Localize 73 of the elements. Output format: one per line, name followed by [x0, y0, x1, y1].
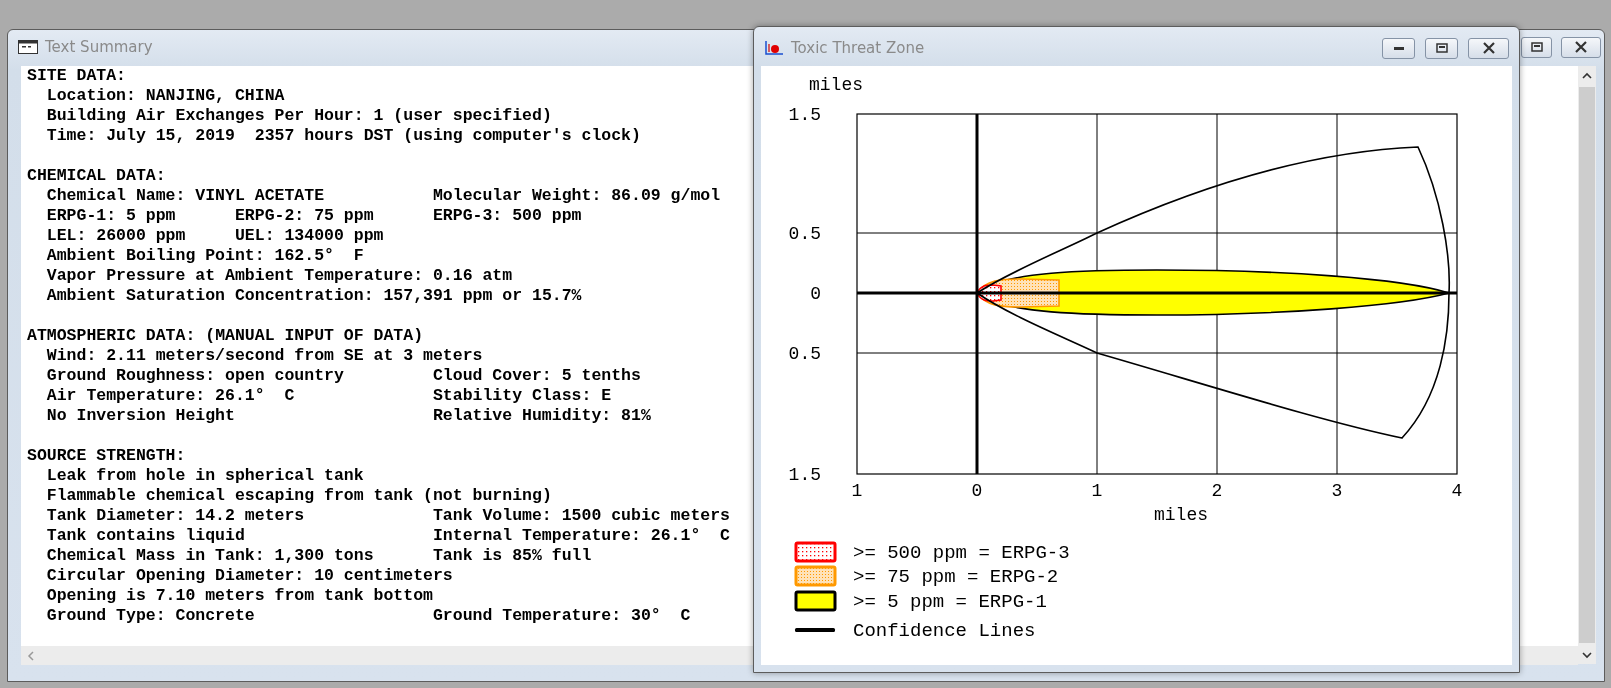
tick-label: 0.5: [788, 224, 821, 244]
close-icon[interactable]: [1574, 41, 1588, 53]
window-title: Toxic Threat Zone: [791, 39, 925, 57]
tick-label: 0.5: [788, 344, 821, 364]
summary-line: Ambient Boiling Point: 162.5° F: [46, 246, 364, 266]
scrollbar-track[interactable]: [1520, 646, 1578, 665]
summary-line: Tank contains liquid: [46, 526, 245, 546]
summary-line: Tank is 85% full: [432, 546, 592, 566]
summary-line: Tank Volume: 1500 cubic meters: [432, 506, 730, 526]
summary-line: Chemical Mass in Tank: 1,300 tons: [46, 546, 374, 566]
minimize-button[interactable]: [1382, 37, 1415, 59]
tick-label: 4: [1451, 481, 1463, 501]
summary-line: Opening is 7.10 meters from tank bottom: [46, 586, 433, 606]
horizontal-scrollbar[interactable]: [21, 646, 753, 665]
summary-line: Stability Class: E: [432, 386, 612, 406]
tick-label: 0: [810, 284, 821, 304]
tick-label: 2: [1211, 481, 1223, 501]
maximize-icon[interactable]: [1434, 42, 1449, 54]
summary-line: Flammable chemical escaping from tank (not burning): [46, 486, 552, 506]
summary-line: UEL: 134000 ppm: [234, 226, 384, 246]
tick-label: 1: [1091, 481, 1103, 501]
summary-line: Location: NANJING, CHINA: [46, 86, 285, 106]
maximize-button[interactable]: [1521, 36, 1552, 58]
minimize-icon[interactable]: [1392, 45, 1405, 51]
summary-line: ERPG-2: 75 ppm: [234, 206, 374, 226]
section-heading: SITE DATA:: [27, 66, 127, 86]
section-heading: SOURCE STRENGTH:: [27, 446, 186, 466]
summary-line: Ground Roughness: open country: [46, 366, 344, 386]
window-title: Text Summary: [45, 38, 153, 56]
maximize-button[interactable]: [1425, 37, 1458, 59]
legend-label: >= 500 ppm = ERPG-3: [853, 542, 1070, 564]
legend-label: >= 75 ppm = ERPG-2: [853, 566, 1059, 588]
tick-label: 1.5: [788, 465, 821, 485]
summary-line: Building Air Exchanges Per Hour: 1 (user specified): [46, 106, 552, 126]
legend-label: Confidence Lines: [853, 620, 1036, 642]
summary-line: Ambient Saturation Concentration: 157,391 ppm or 15.7%: [46, 286, 582, 306]
tick-label: 0: [971, 481, 983, 501]
vertical-scrollbar[interactable]: [1578, 66, 1596, 664]
close-button[interactable]: [1468, 37, 1509, 59]
summary-line: Molecular Weight: 86.09 g/mol: [432, 186, 721, 206]
summary-line: Ground Temperature: 30° C: [432, 606, 691, 626]
summary-line: ERPG-1: 5 ppm: [46, 206, 176, 226]
summary-line: Relative Humidity: 81%: [432, 406, 651, 426]
summary-line: Wind: 2.11 meters/second from SE at 3 meters: [46, 346, 483, 366]
section-heading: ATMOSPHERIC DATA: (MANUAL INPUT OF DATA): [27, 326, 424, 346]
chart-icon: [764, 40, 784, 56]
scroll-down-icon[interactable]: [1582, 650, 1592, 659]
close-icon[interactable]: [1481, 42, 1496, 54]
summary-line: Leak from hole in spherical tank: [46, 466, 364, 486]
tick-label: 1: [851, 481, 863, 501]
window-icon: [18, 40, 38, 54]
axis-label: miles: [809, 75, 863, 95]
scrollbar-thumb[interactable]: [1579, 87, 1595, 643]
summary-line: Circular Opening Diameter: 10 centimeters: [46, 566, 453, 586]
summary-line: Tank Diameter: 14.2 meters: [46, 506, 305, 526]
tick-label: 1.5: [788, 105, 821, 125]
summary-line: No Inversion Height: [46, 406, 235, 426]
summary-line: Internal Temperature: 26.1° C: [432, 526, 730, 546]
axis-label: miles: [1154, 505, 1208, 525]
summary-line: Chemical Name: VINYL ACETATE: [46, 186, 325, 206]
summary-line: ERPG-3: 500 ppm: [432, 206, 582, 226]
scroll-up-icon[interactable]: [1582, 71, 1592, 80]
summary-line: Cloud Cover: 5 tenths: [432, 366, 641, 386]
summary-line: Air Temperature: 26.1° C: [46, 386, 295, 406]
legend-label: >= 5 ppm = ERPG-1: [853, 591, 1047, 613]
summary-line: LEL: 26000 ppm: [46, 226, 186, 246]
close-button[interactable]: [1561, 36, 1601, 58]
maximize-icon[interactable]: [1529, 41, 1544, 53]
section-heading: CHEMICAL DATA:: [27, 166, 166, 186]
summary-line: Ground Type: Concrete: [46, 606, 255, 626]
summary-line: Time: July 15, 2019 2357 hours DST (using computer's clock): [46, 126, 641, 146]
tick-label: 3: [1331, 481, 1343, 501]
summary-line: Vapor Pressure at Ambient Temperature: 0.16 atm: [46, 266, 513, 286]
